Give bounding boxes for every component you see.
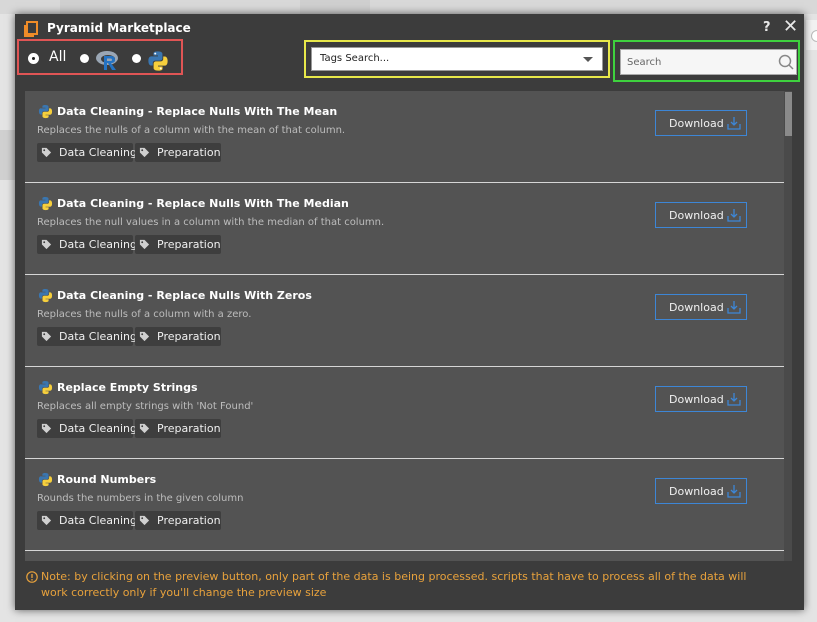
background-toolbar xyxy=(0,0,817,14)
notice-text: Note: by clicking on the preview button,… xyxy=(41,570,747,599)
list-item: Round Numbers Rounds the numbers in the … xyxy=(25,459,784,551)
tag-icon xyxy=(41,331,52,342)
marketplace-icon xyxy=(24,21,38,37)
scrollbar-thumb[interactable] xyxy=(785,92,792,136)
tags-filter: Tags Search... xyxy=(304,40,610,78)
background-toggle-knob xyxy=(811,30,817,42)
python-icon xyxy=(38,472,53,487)
radio-all-label[interactable]: All xyxy=(49,49,66,65)
language-filter: All xyxy=(17,39,183,75)
r-language-icon[interactable] xyxy=(95,49,121,71)
list-item: Data Cleaning - Replace Nulls With Zeros… xyxy=(25,275,784,367)
tag-chip[interactable]: Data Cleaning xyxy=(37,327,137,346)
download-label: Download xyxy=(669,393,724,406)
search-icon[interactable] xyxy=(778,54,794,70)
download-label: Download xyxy=(669,301,724,314)
help-button[interactable]: ? xyxy=(763,20,771,35)
radio-r[interactable] xyxy=(80,54,89,63)
radio-python[interactable] xyxy=(132,54,141,63)
download-button[interactable]: Download xyxy=(655,110,747,136)
search-area xyxy=(613,40,800,82)
item-title: Replace Empty Strings xyxy=(57,381,198,394)
download-button[interactable]: Download xyxy=(655,386,747,412)
tag-label: Preparation xyxy=(157,422,221,435)
tag-icon xyxy=(139,239,150,250)
tag-chip[interactable]: Preparation xyxy=(135,327,221,346)
tag-label: Data Cleaning xyxy=(59,146,137,159)
background-tab xyxy=(300,0,370,14)
close-button[interactable]: ✕ xyxy=(783,16,798,38)
python-icon xyxy=(38,380,53,395)
item-description: Replaces the nulls of a column with a ze… xyxy=(37,309,252,320)
chevron-down-icon xyxy=(583,57,593,62)
warning-icon xyxy=(26,571,38,583)
tag-icon xyxy=(139,423,150,434)
download-button[interactable]: Download xyxy=(655,478,747,504)
item-description: Replaces the nulls of a column with the … xyxy=(37,125,346,136)
download-label: Download xyxy=(669,485,724,498)
background-tab xyxy=(60,0,110,14)
tag-label: Data Cleaning xyxy=(59,330,137,343)
download-icon xyxy=(727,209,741,222)
tag-label: Preparation xyxy=(157,514,221,527)
background-panel xyxy=(0,130,15,180)
python-icon xyxy=(38,196,53,211)
tag-chip[interactable]: Data Cleaning xyxy=(37,235,137,254)
download-button[interactable]: Download xyxy=(655,294,747,320)
download-icon xyxy=(727,117,741,130)
dialog-title: Pyramid Marketplace xyxy=(47,21,191,35)
tag-label: Preparation xyxy=(157,238,221,251)
tag-chip[interactable]: Data Cleaning xyxy=(37,143,137,162)
tag-label: Preparation xyxy=(157,330,221,343)
tag-label: Preparation xyxy=(157,146,221,159)
download-label: Download xyxy=(669,117,724,130)
tag-label: Data Cleaning xyxy=(59,422,137,435)
download-label: Download xyxy=(669,209,724,222)
tag-chip[interactable]: Preparation xyxy=(135,143,221,162)
tag-label: Data Cleaning xyxy=(59,514,137,527)
python-icon xyxy=(38,288,53,303)
search-input[interactable] xyxy=(620,49,797,75)
list-scrollbar[interactable] xyxy=(784,91,792,561)
item-title: Data Cleaning - Replace Nulls With The M… xyxy=(57,197,349,210)
tag-chip[interactable]: Data Cleaning xyxy=(37,511,137,530)
tag-icon xyxy=(41,515,52,526)
tag-chip[interactable]: Preparation xyxy=(135,511,221,530)
tag-icon xyxy=(41,423,52,434)
download-icon xyxy=(727,393,741,406)
item-description: Replaces all empty strings with 'Not Fou… xyxy=(37,401,254,412)
tag-icon xyxy=(139,331,150,342)
tag-chip[interactable]: Preparation xyxy=(135,419,221,438)
tag-icon xyxy=(139,147,150,158)
item-title: Data Cleaning - Replace Nulls With Zeros xyxy=(57,289,312,302)
tag-icon xyxy=(139,515,150,526)
script-list: Data Cleaning - Replace Nulls With The M… xyxy=(25,91,792,561)
item-description: Replaces the null values in a column wit… xyxy=(37,217,385,228)
tag-chip[interactable]: Preparation xyxy=(135,235,221,254)
download-button[interactable]: Download xyxy=(655,202,747,228)
tag-icon xyxy=(41,239,52,250)
tag-label: Data Cleaning xyxy=(59,238,137,251)
radio-all[interactable] xyxy=(29,54,38,63)
item-title: Round Numbers xyxy=(57,473,157,486)
item-title: Data Cleaning - Replace Nulls With The M… xyxy=(57,105,338,118)
python-language-icon[interactable] xyxy=(147,50,169,72)
list-item: Replace Empty Strings Replaces all empty… xyxy=(25,367,784,459)
download-icon xyxy=(727,301,741,314)
tag-chip[interactable]: Data Cleaning xyxy=(37,419,137,438)
item-description: Rounds the numbers in the given column xyxy=(37,493,244,504)
tags-search-label: Tags Search... xyxy=(320,53,390,64)
list-item: Data Cleaning - Replace Nulls With The M… xyxy=(25,183,784,275)
tags-search-dropdown[interactable]: Tags Search... xyxy=(311,47,603,71)
marketplace-dialog: Pyramid Marketplace ? ✕ All Tags Search.… xyxy=(15,14,804,610)
list-item: Data Cleaning - Replace Nulls With The M… xyxy=(25,91,784,183)
tag-icon xyxy=(41,147,52,158)
download-icon xyxy=(727,485,741,498)
python-icon xyxy=(38,104,53,119)
list-item-partial xyxy=(25,551,784,561)
